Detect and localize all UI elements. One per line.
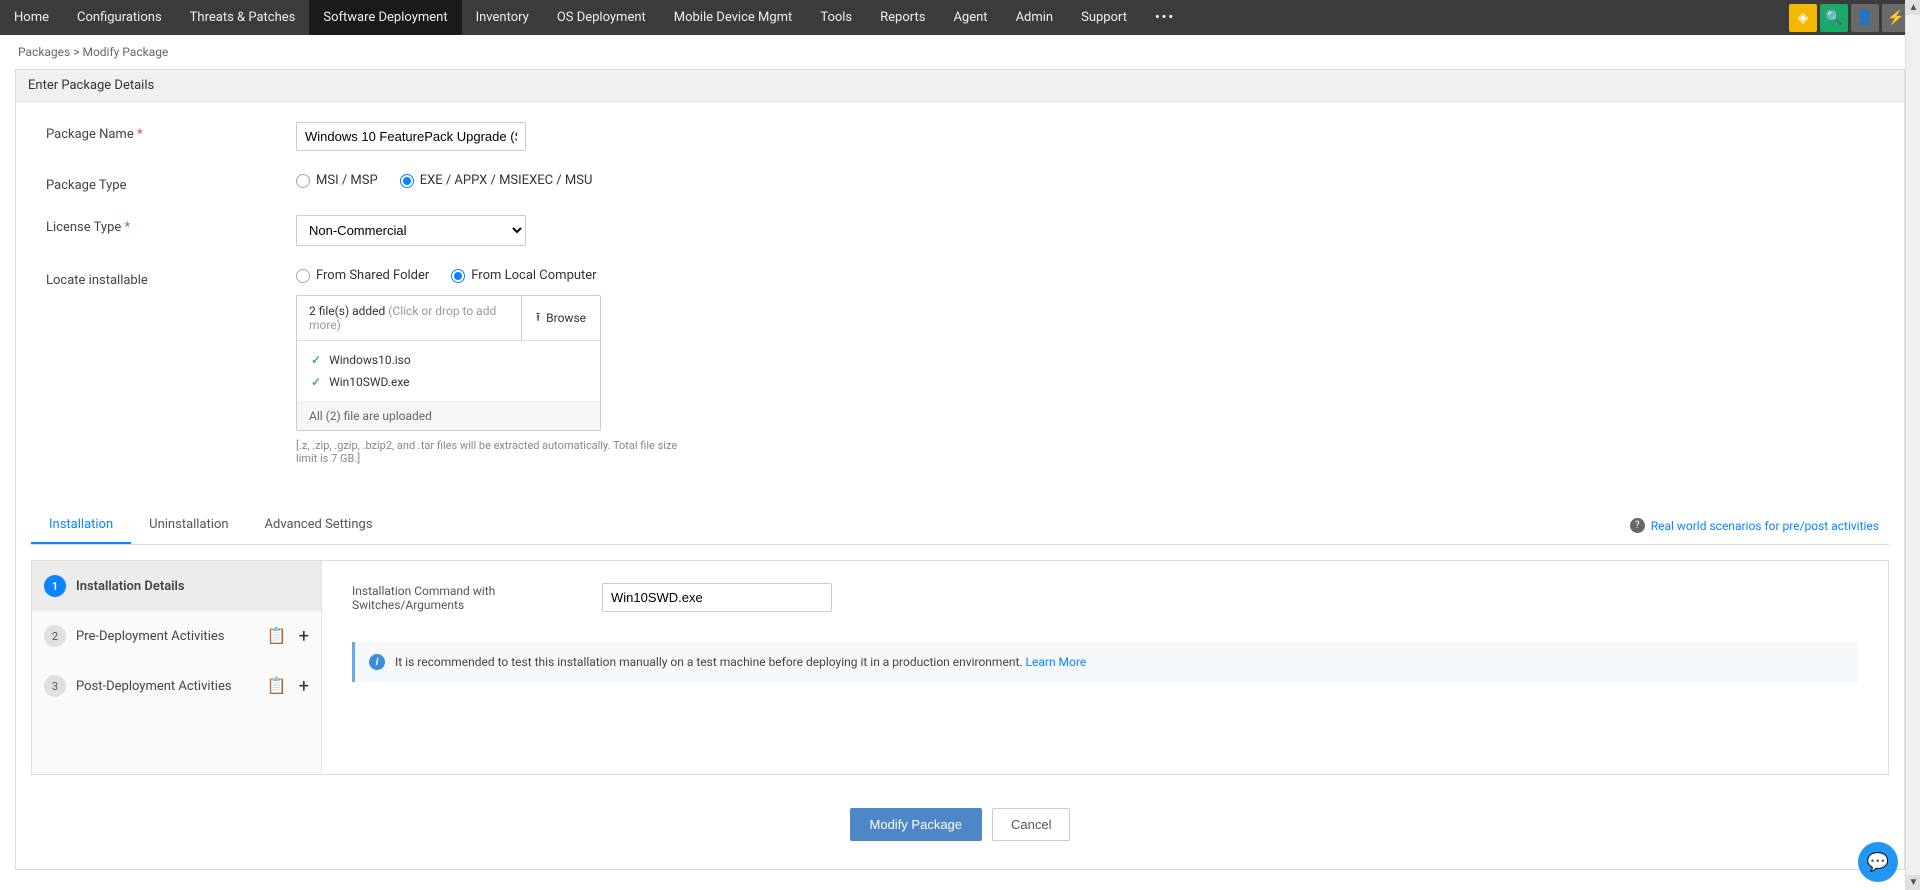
radio-icon [400, 174, 414, 188]
locate-option-0[interactable]: From Shared Folder [296, 268, 429, 283]
file-item: ✓ Win10SWD.exe [309, 371, 588, 393]
file-box: 2 file(s) added (Click or drop to add mo… [296, 295, 601, 431]
step-number-icon: 2 [44, 625, 66, 647]
radio-icon [451, 269, 465, 283]
top-nav: HomeConfigurationsThreats & PatchesSoftw… [0, 0, 1920, 35]
nav-os-deployment[interactable]: OS Deployment [543, 0, 660, 35]
learn-more-link[interactable]: Learn More [1026, 655, 1087, 669]
info-text: It is recommended to test this installat… [395, 655, 1023, 669]
nav-more[interactable]: ••• [1141, 10, 1189, 25]
step-2[interactable]: 3 Post-Deployment Activities 📋 + [32, 661, 321, 711]
tab-uninstallation[interactable]: Uninstallation [131, 507, 246, 544]
tabs: InstallationUninstallationAdvanced Setti… [31, 507, 1889, 545]
nav-admin[interactable]: Admin [1002, 0, 1068, 35]
nav-inventory[interactable]: Inventory [462, 0, 543, 35]
step-number-icon: 1 [44, 575, 66, 597]
step-number-icon: 3 [44, 675, 66, 697]
file-item: ✓ Windows10.iso [309, 349, 588, 371]
install-cmd-label: Installation Command with Switches/Argum… [352, 584, 602, 612]
steps-column: 1 Installation Details 2 Pre-Deployment Act… [32, 561, 322, 774]
content: Enter Package Details Package Name * Pac… [15, 69, 1905, 870]
scroll-down-icon[interactable]: ▼ [1906, 875, 1920, 890]
add-icon[interactable]: + [299, 676, 309, 697]
search-icon[interactable]: 🔍 [1820, 4, 1848, 32]
nav-configurations[interactable]: Configurations [63, 0, 176, 35]
nav-reports[interactable]: Reports [866, 0, 939, 35]
step-label: Installation Details [76, 579, 185, 594]
breadcrumb: Packages > Modify Package [0, 35, 1920, 69]
footer-buttons: Modify Package Cancel [16, 790, 1904, 869]
nav-home[interactable]: Home [0, 0, 63, 35]
step-1[interactable]: 2 Pre-Deployment Activities 📋 + [32, 611, 321, 661]
clipboard-icon[interactable]: 📋 [267, 626, 287, 647]
clipboard-icon[interactable]: 📋 [267, 676, 287, 697]
help-icon[interactable]: ? [1630, 518, 1645, 533]
license-type-select[interactable]: Non-Commercial [296, 215, 526, 246]
browse-label: Browse [546, 311, 586, 325]
nav-threats-patches[interactable]: Threats & Patches [176, 0, 310, 35]
add-icon[interactable]: + [299, 626, 309, 647]
nav-support[interactable]: Support [1067, 0, 1141, 35]
label-locate-installable: Locate installable [46, 273, 148, 288]
file-name: Win10SWD.exe [329, 375, 409, 389]
package-type-option-1[interactable]: EXE / APPX / MSIEXEC / MSU [400, 173, 593, 188]
label-package-name: Package Name [46, 127, 134, 142]
tab-advanced-settings[interactable]: Advanced Settings [247, 507, 391, 544]
step-label: Post-Deployment Activities [76, 679, 232, 694]
locate-option-1[interactable]: From Local Computer [451, 268, 596, 283]
breadcrumb-sep: > [73, 45, 79, 59]
scenarios-link[interactable]: Real world scenarios for pre/post activi… [1651, 519, 1879, 533]
notification-icon[interactable]: 👤 [1851, 4, 1879, 32]
file-name: Windows10.iso [329, 353, 411, 367]
locate-label: From Shared Folder [316, 268, 429, 283]
breadcrumb-current: Modify Package [82, 45, 168, 59]
check-icon: ✓ [311, 375, 321, 389]
check-icon: ✓ [311, 353, 321, 367]
form: Package Name * Package Type MSI / MSPEXE… [16, 102, 1904, 507]
detail-column: Installation Command with Switches/Argum… [322, 561, 1888, 774]
file-upload-status: All (2) file are uploaded [297, 401, 600, 430]
nav-agent[interactable]: Agent [939, 0, 1001, 35]
label-license-type: License Type [46, 220, 121, 235]
package-name-input[interactable] [296, 122, 526, 151]
package-type-label: MSI / MSP [316, 173, 378, 188]
radio-icon [296, 174, 310, 188]
package-type-label: EXE / APPX / MSIEXEC / MSU [420, 173, 593, 188]
chat-fab[interactable]: 💬 [1858, 842, 1898, 882]
modify-package-button[interactable]: Modify Package [850, 808, 983, 841]
cancel-button[interactable]: Cancel [992, 808, 1070, 841]
label-package-type: Package Type [46, 178, 126, 193]
nav-tools[interactable]: Tools [806, 0, 866, 35]
breadcrumb-root[interactable]: Packages [18, 45, 70, 59]
chat-icon: 💬 [1867, 852, 1889, 873]
file-hint: [.z, .zip, .gzip, .bzip2, and .tar files… [296, 439, 696, 465]
shield-icon[interactable]: ◈ [1789, 4, 1817, 32]
upload-icon: ⭱ [536, 308, 540, 329]
nav-mobile-device-mgmt[interactable]: Mobile Device Mgmt [660, 0, 807, 35]
right-scrollbar[interactable]: ▲ ▼ [1905, 0, 1920, 890]
radio-icon [296, 269, 310, 283]
tab-installation[interactable]: Installation [31, 507, 131, 544]
install-cmd-input[interactable] [602, 583, 832, 612]
browse-button[interactable]: ⭱ Browse [521, 296, 600, 340]
file-drop-area[interactable]: 2 file(s) added (Click or drop to add mo… [297, 296, 521, 340]
files-added-text: 2 file(s) added [309, 304, 385, 318]
package-type-option-0[interactable]: MSI / MSP [296, 173, 378, 188]
locate-label: From Local Computer [471, 268, 596, 283]
scroll-up-icon[interactable]: ▲ [1906, 0, 1920, 15]
step-label: Pre-Deployment Activities [76, 629, 224, 644]
step-0[interactable]: 1 Installation Details [32, 561, 321, 611]
info-bar: i It is recommended to test this install… [352, 642, 1858, 682]
info-icon: i [369, 654, 385, 670]
nav-software-deployment[interactable]: Software Deployment [309, 0, 461, 35]
section-header: Enter Package Details [16, 70, 1904, 102]
install-panel: 1 Installation Details 2 Pre-Deployment Act… [31, 560, 1889, 775]
